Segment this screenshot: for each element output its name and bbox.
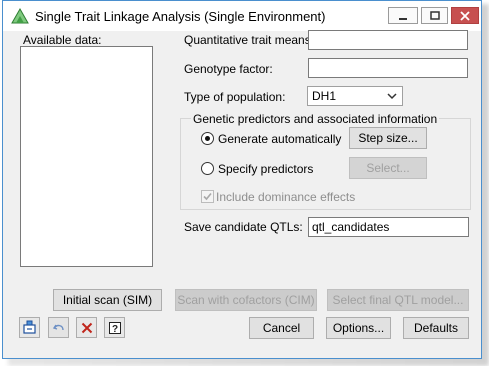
chevron-down-icon [387,93,397,100]
quantitative-trait-means-field[interactable] [308,30,468,50]
radio-selected-dot [205,136,210,141]
specify-predictors-label[interactable]: Specify predictors [218,162,313,176]
minimize-button[interactable] [388,7,418,24]
close-icon [460,10,470,21]
checkmark-icon [203,192,212,201]
quantitative-trait-means-label: Quantitative trait means: [184,33,315,47]
maximize-button[interactable] [421,7,448,24]
pin-button[interactable] [19,317,40,338]
type-of-population-select[interactable]: DH1 [307,86,403,106]
cancel-button[interactable]: Cancel [249,317,314,339]
save-candidate-qtls-label: Save candidate QTLs: [184,220,303,234]
available-data-list[interactable]: Available data: [20,33,153,267]
maximize-icon [429,10,440,20]
select-predictors-button[interactable]: Select... [349,157,427,179]
step-size-button[interactable]: Step size... [349,127,427,149]
defaults-button[interactable]: Defaults [403,317,469,339]
clear-icon [81,322,92,333]
generate-automatically-label[interactable]: Generate automatically [218,132,341,146]
options-button[interactable]: Options... [326,317,391,339]
save-candidate-qtls-field[interactable]: qtl_candidates [308,217,469,237]
undo-icon [52,324,64,330]
generate-automatically-radio[interactable] [201,132,214,145]
close-button[interactable] [451,7,479,24]
minimize-icon [399,17,407,20]
app-icon [11,7,29,24]
genetic-predictors-title: Genetic predictors and associated inform… [191,112,440,126]
initial-scan-button[interactable]: Initial scan (SIM) [53,289,162,311]
available-data-label: Available data: [23,33,102,47]
help-icon: ? [108,321,121,335]
specify-predictors-radio[interactable] [201,162,214,175]
title-bar[interactable]: Single Trait Linkage Analysis (Single En… [3,1,481,31]
type-of-population-value: DH1 [312,89,337,103]
genotype-factor-label: Genotype factor: [184,62,273,76]
help-button[interactable]: ? [104,317,125,338]
scan-with-cofactors-button[interactable]: Scan with cofactors (CIM) [175,289,317,311]
include-dominance-label: Include dominance effects [216,190,356,204]
type-of-population-label: Type of population: [184,90,286,104]
window-title: Single Trait Linkage Analysis (Single En… [35,9,326,24]
clear-button[interactable] [76,317,97,338]
genotype-factor-field[interactable] [308,58,468,78]
undo-button[interactable] [48,317,69,338]
svg-text:?: ? [111,324,117,335]
include-dominance-checkbox[interactable] [201,190,214,203]
select-final-qtl-button[interactable]: Select final QTL model... [327,289,469,311]
pin-icon [23,320,36,334]
